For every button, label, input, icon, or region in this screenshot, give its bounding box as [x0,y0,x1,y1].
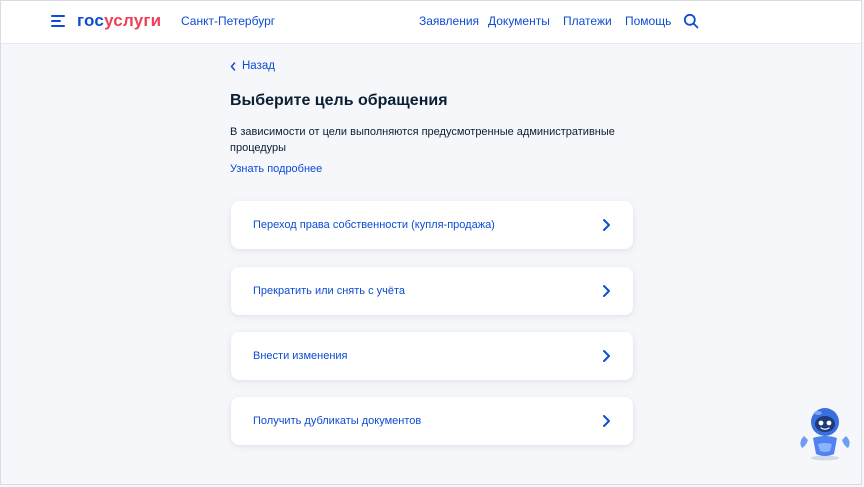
chevron-right-icon [603,350,610,362]
chevron-right-icon [603,415,610,427]
top-header: госуслуги Санкт-Петербург Заявления Доку… [1,1,861,44]
logo-part-gos: гос [77,11,105,30]
option-label: Прекратить или снять с учёта [253,285,406,297]
option-label: Получить дубликаты документов [253,415,422,427]
logo-part-uslugi: услуги [104,11,162,30]
nav-applications[interactable]: Заявления [419,14,479,28]
page-title: Выберите цель обращения [230,92,448,109]
nav-payments[interactable]: Платежи [563,14,612,28]
nav-help[interactable]: Помощь [625,14,671,28]
menu-icon[interactable] [51,15,65,27]
gosuslugi-logo[interactable]: госуслуги [77,11,161,31]
page-description: В зависимости от цели выполняются предус… [230,126,615,154]
option-ownership-transfer[interactable]: Переход права собственности (купля-прода… [231,201,633,249]
nav-documents[interactable]: Документы [488,14,550,28]
back-link[interactable]: Назад [230,60,275,72]
option-label: Внести изменения [253,350,348,362]
chevron-right-icon [603,219,610,231]
city-selector[interactable]: Санкт-Петербург [181,14,275,28]
option-make-changes[interactable]: Внести изменения [231,332,633,380]
option-duplicates[interactable]: Получить дубликаты документов [231,397,633,445]
option-label: Переход права собственности (купля-прода… [253,219,495,231]
learn-more-link[interactable]: Узнать подробнее [230,163,322,175]
back-link-label: Назад [242,60,275,72]
search-icon[interactable] [683,13,699,29]
chevron-left-icon [230,61,236,71]
option-deregister[interactable]: Прекратить или снять с учёта [231,267,633,315]
chevron-right-icon [603,285,610,297]
robot-assistant-icon[interactable] [796,404,854,462]
